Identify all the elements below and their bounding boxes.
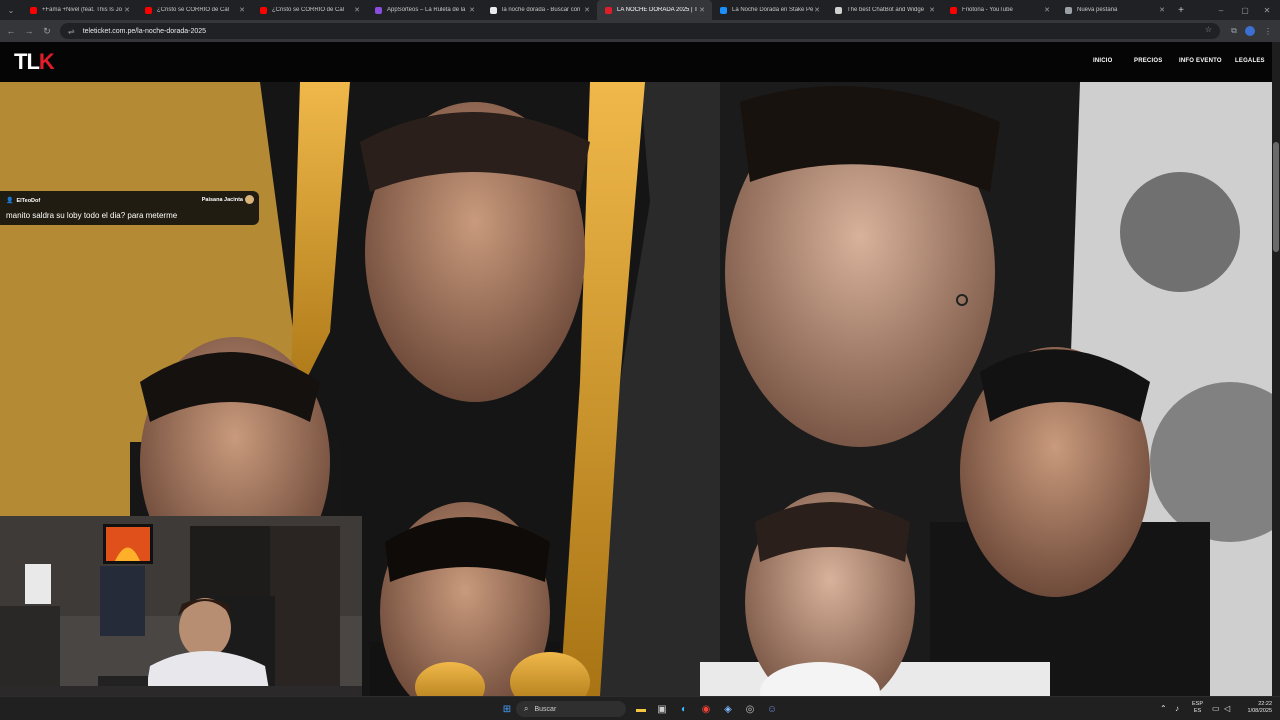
edge-icon[interactable]: ◐ [677, 702, 691, 716]
tab-title: ¿Cristo se CORRIÓ de Cal [272, 7, 345, 13]
start-icon[interactable]: ⊞ [500, 702, 514, 716]
tab-favicon-icon [30, 6, 37, 14]
tab-close-icon[interactable]: ✕ [1043, 6, 1051, 14]
taskbar-search[interactable]: ⌕ Buscar [516, 701, 626, 717]
tab-close-icon[interactable]: ✕ [468, 6, 476, 14]
windows-taskbar: ⊞ ⌕ Buscar ▬ ▣ ◐ ◉ ◈ ◎ ☺ ⌃ ♪ ESP ES ▭ ◁ … [0, 696, 1280, 720]
tabs-container: +Fama +Nivel (feat. This Is Jo ✕ ¿Cristo s… [22, 0, 1172, 20]
chat-user: 👤 ElTeoDof [6, 197, 41, 205]
tab-favicon-icon [605, 6, 612, 14]
back-icon[interactable]: ← [2, 20, 20, 42]
tab-favicon-icon [1065, 6, 1072, 14]
browser-tab[interactable]: la noche dorada - Buscar con ✕ [482, 0, 597, 20]
tab-title: Nueva pestaña [1077, 7, 1118, 13]
logo-text: TL [14, 49, 40, 74]
nav-link-precios[interactable]: PRECIOS [1134, 58, 1162, 64]
taskbar-search-placeholder: Buscar [534, 705, 557, 713]
language-bottom: ES [1193, 708, 1202, 714]
webcam-feed-image [0, 516, 362, 696]
tab-title: la noche dorada - Buscar con [502, 7, 581, 13]
browser-tab[interactable]: +Fama +Nivel (feat. This Is Jo ✕ [22, 0, 137, 20]
browser-tab[interactable]: Friotona - YouTube ✕ [942, 0, 1057, 20]
chat-message: manito saldra su loby todo el dia? para … [6, 211, 178, 220]
tab-close-icon[interactable]: ✕ [698, 6, 706, 14]
discord-icon[interactable]: ☺ [765, 702, 779, 716]
task-view-icon[interactable]: ▣ [655, 702, 669, 716]
chat-username: ElTeoDof [16, 197, 41, 204]
close-window-icon[interactable]: ✕ [1256, 0, 1278, 20]
tab-title: The best ChatBot and Widge [847, 7, 925, 13]
browser-tab-strip: ⌄ +Fama +Nivel (feat. This Is Jo ✕ ¿Cristo… [0, 0, 1280, 20]
streamer-webcam [0, 516, 362, 696]
tray-overflow-icon[interactable]: ⌃ [1160, 704, 1167, 713]
tab-favicon-icon [145, 6, 152, 14]
tab-search-icon[interactable]: ⌄ [0, 0, 22, 20]
url-text: teleticket.com.pe/la-noche-dorada-2025 [82, 27, 207, 35]
tab-close-icon[interactable]: ✕ [813, 6, 821, 14]
chrome-icon[interactable]: ◉ [699, 702, 713, 716]
logo-accent: K [38, 49, 55, 74]
tab-title: Friotona - YouTube [962, 7, 1013, 13]
tab-title: ¿Cristo se CORRIÓ de Cal [157, 7, 230, 13]
tab-close-icon[interactable]: ✕ [928, 6, 936, 14]
tab-close-icon[interactable]: ✕ [238, 6, 246, 14]
tab-close-icon[interactable]: ✕ [353, 6, 361, 14]
tab-favicon-icon [835, 6, 842, 14]
chat-reward-name: Paisana Jacinta [201, 197, 243, 203]
browser-tab[interactable]: LA NOCHE DORADA 2025 | T ✕ [597, 0, 712, 20]
reload-icon[interactable]: ↻ [38, 20, 56, 42]
clock-date: 1/08/2025 [1247, 708, 1272, 714]
browser-menu-icon[interactable]: ⋮ [1260, 20, 1276, 42]
steam-icon[interactable]: ◎ [743, 702, 757, 716]
nav-link-legales[interactable]: LEGALES [1235, 58, 1265, 64]
teleticket-logo[interactable]: TL K [14, 49, 55, 74]
photos-icon[interactable]: ◈ [721, 702, 735, 716]
volume-icon[interactable]: ◁ [1224, 704, 1230, 713]
user-icon: 👤 [6, 198, 14, 204]
scrollbar-thumb[interactable] [1273, 142, 1279, 252]
reward-avatar-icon [245, 195, 254, 204]
tab-favicon-icon [950, 6, 957, 14]
browser-tab[interactable]: The best ChatBot and Widge ✕ [827, 0, 942, 20]
bookmark-star-icon[interactable]: ☆ [1205, 25, 1212, 34]
tab-title: La Noche Dorada en Stake Pe [732, 7, 813, 13]
system-clock[interactable]: 22:22 1/08/2025 [1238, 701, 1272, 715]
tab-favicon-icon [490, 6, 497, 14]
minimize-icon[interactable]: – [1210, 0, 1232, 20]
stream-chat-alert: 👤 ElTeoDof Paisana Jacinta manito saldra… [0, 191, 259, 225]
microphone-icon[interactable]: ♪ [1175, 704, 1179, 713]
browser-tab[interactable]: Nueva pestaña ✕ [1057, 0, 1172, 20]
tab-favicon-icon [260, 6, 267, 14]
browser-tab[interactable]: ¿Cristo se CORRIÓ de Cal ✕ [137, 0, 252, 20]
profile-avatar[interactable] [1242, 20, 1258, 42]
browser-toolbar: ← → ↻ ⇌ teleticket.com.pe/la-noche-dorad… [0, 20, 1280, 42]
browser-tab[interactable]: ¿Cristo se CORRIÓ de Cal ✕ [252, 0, 367, 20]
nav-link-info-evento[interactable]: INFO EVENTO [1179, 58, 1222, 64]
site-info-icon[interactable]: ⇌ [68, 27, 75, 36]
page-scrollbar[interactable] [1272, 42, 1280, 696]
language-indicator[interactable]: ESP ES [1192, 701, 1203, 715]
tab-favicon-icon [720, 6, 727, 14]
extensions-icon[interactable]: ⧉ [1226, 20, 1242, 42]
browser-tab[interactable]: AppSorteos – La Ruleta de la ✕ [367, 0, 482, 20]
tab-title: AppSorteos – La Ruleta de la [387, 7, 466, 13]
browser-tab[interactable]: La Noche Dorada en Stake Pe ✕ [712, 0, 827, 20]
tab-close-icon[interactable]: ✕ [1158, 6, 1166, 14]
search-icon: ⌕ [524, 704, 529, 713]
site-header: TL K INICIO PRECIOS INFO EVENTO LEGALES [0, 42, 1280, 82]
address-bar[interactable]: ⇌ teleticket.com.pe/la-noche-dorada-2025… [60, 23, 1220, 39]
new-tab-button[interactable]: + [1172, 5, 1190, 16]
file-explorer-icon[interactable]: ▬ [634, 702, 648, 716]
maximize-icon[interactable]: ▢ [1234, 0, 1256, 20]
network-icon[interactable]: ▭ [1212, 704, 1220, 713]
clock-time: 22:22 [1258, 701, 1272, 707]
tab-favicon-icon [375, 6, 382, 14]
tab-title: LA NOCHE DORADA 2025 | T [617, 7, 698, 13]
nav-link-inicio[interactable]: INICIO [1093, 58, 1113, 64]
tab-close-icon[interactable]: ✕ [123, 6, 131, 14]
forward-icon[interactable]: → [20, 20, 38, 42]
tab-title: +Fama +Nivel (feat. This Is Jo [42, 7, 122, 13]
language-top: ESP [1192, 701, 1204, 707]
tab-close-icon[interactable]: ✕ [583, 6, 591, 14]
